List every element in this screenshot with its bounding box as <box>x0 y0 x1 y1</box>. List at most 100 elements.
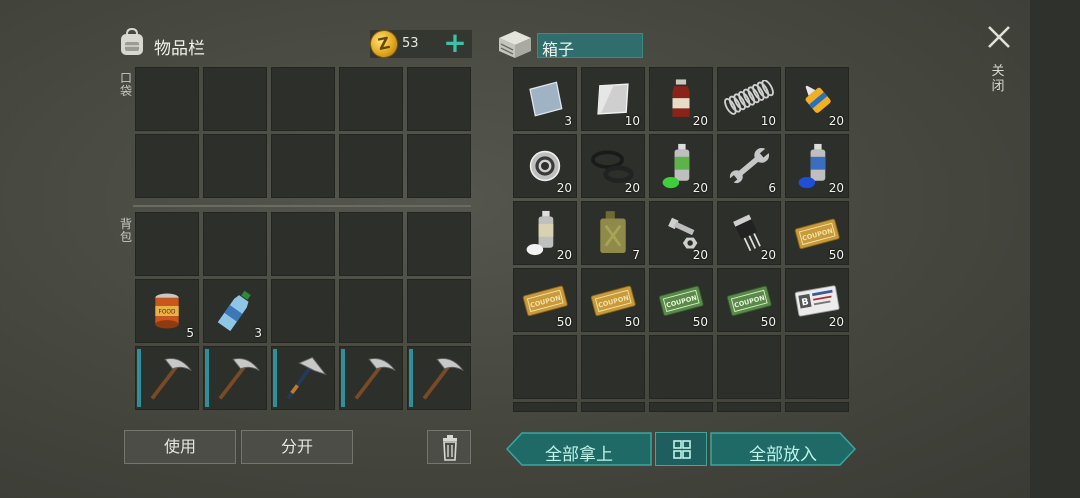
item-count: 20 <box>692 248 708 262</box>
trash-button[interactable] <box>427 430 471 464</box>
container-slot[interactable]: 10 <box>717 67 781 131</box>
pocket-slot[interactable] <box>407 67 471 131</box>
inventory-header: 物品栏 Z 53 + <box>116 26 472 62</box>
backpack-slot[interactable] <box>407 346 471 410</box>
backpack-slot[interactable] <box>203 212 267 276</box>
container-slot[interactable]: 20 <box>513 201 577 265</box>
take-all-label-wrap: 全部拿上 <box>506 432 652 466</box>
item-count: 20 <box>556 248 572 262</box>
item-count: 20 <box>828 181 844 195</box>
container-slot[interactable] <box>717 402 781 412</box>
item-count: 20 <box>828 114 844 128</box>
close-label[interactable]: 关闭 <box>990 64 1006 94</box>
item-count: 10 <box>760 114 776 128</box>
container-slot[interactable] <box>717 335 781 399</box>
pickaxe-icon <box>340 347 402 409</box>
container-slot[interactable]: 20 <box>581 134 645 198</box>
section-divider <box>133 205 471 207</box>
pickaxe-icon <box>136 347 198 409</box>
container-slot[interactable]: COUPON 50 <box>717 268 781 332</box>
container-slot[interactable] <box>581 335 645 399</box>
backpack-slot[interactable]: 3 <box>203 279 267 343</box>
container-slot[interactable] <box>649 335 713 399</box>
container-slot[interactable]: 3 <box>513 67 577 131</box>
coin-balance: Z 53 + <box>367 27 472 61</box>
item-count: 20 <box>828 315 844 329</box>
backpack-slot[interactable] <box>339 279 403 343</box>
item-count: 6 <box>768 181 776 195</box>
container-slot[interactable]: 6 <box>717 134 781 198</box>
item-count: 20 <box>760 248 776 262</box>
pocket-slot[interactable] <box>135 67 199 131</box>
backpack-slot[interactable] <box>271 279 335 343</box>
backpack-slot[interactable]: FOOD 5 <box>135 279 199 343</box>
pocket-label: 口袋 <box>119 71 132 98</box>
durability-bar <box>273 349 277 407</box>
item-count: 50 <box>624 315 640 329</box>
pocket-slot[interactable] <box>271 67 335 131</box>
container-slot[interactable]: 20 <box>717 201 781 265</box>
take-all-label: 全部拿上 <box>545 445 613 465</box>
close-icon[interactable] <box>984 22 1014 52</box>
backpack-slot[interactable] <box>339 346 403 410</box>
container-slot[interactable]: 20 <box>785 67 849 131</box>
backpack-slot[interactable] <box>271 212 335 276</box>
container-slot[interactable]: 10 <box>581 67 645 131</box>
item-count: 50 <box>828 248 844 262</box>
container-slot[interactable]: 20 <box>513 134 577 198</box>
pocket-slot[interactable] <box>339 67 403 131</box>
coin-count: 53 <box>402 36 419 51</box>
durability-bar <box>137 349 141 407</box>
backpack-slot[interactable] <box>407 279 471 343</box>
add-coins-button[interactable]: + <box>440 28 470 58</box>
backpack-slot[interactable] <box>407 212 471 276</box>
backpack-slot[interactable] <box>339 212 403 276</box>
container-slot[interactable]: 20 <box>649 201 713 265</box>
container-slot[interactable] <box>581 402 645 412</box>
pocket-slot[interactable] <box>135 134 199 198</box>
backpack-slot[interactable] <box>203 346 267 410</box>
use-button[interactable]: 使用 <box>124 430 236 464</box>
container-slot[interactable] <box>785 402 849 412</box>
pocket-slot[interactable] <box>271 134 335 198</box>
item-count: 10 <box>624 114 640 128</box>
durability-bar <box>205 349 209 407</box>
put-all-label-wrap: 全部放入 <box>710 432 856 466</box>
right-edge-strip <box>1030 0 1080 498</box>
pocket-slot[interactable] <box>203 134 267 198</box>
item-count: 20 <box>556 181 572 195</box>
backpack-slot[interactable] <box>135 346 199 410</box>
coin-icon: Z <box>367 27 401 61</box>
durability-bar <box>409 349 413 407</box>
container-slot[interactable] <box>513 335 577 399</box>
inventory-title: 物品栏 <box>154 39 205 59</box>
item-count: 20 <box>692 181 708 195</box>
container-slot[interactable]: COUPON 50 <box>649 268 713 332</box>
container-title: 箱子 <box>537 33 643 59</box>
backpack-slot[interactable] <box>271 346 335 410</box>
container-slot[interactable] <box>785 335 849 399</box>
container-slot[interactable]: COUPON 50 <box>581 268 645 332</box>
pocket-slot[interactable] <box>203 67 267 131</box>
split-button[interactable]: 分开 <box>241 430 353 464</box>
container-slot[interactable]: COUPON 50 <box>513 268 577 332</box>
container-slot[interactable] <box>513 402 577 412</box>
pocket-slot[interactable] <box>339 134 403 198</box>
grid-icon <box>673 440 691 459</box>
backpack-slot[interactable] <box>135 212 199 276</box>
container-slot[interactable]: 20 <box>785 134 849 198</box>
container-slot[interactable]: 20 <box>649 134 713 198</box>
container-slot[interactable] <box>649 402 713 412</box>
container-slot[interactable]: 20 <box>649 67 713 131</box>
container-slot[interactable]: 7 <box>581 201 645 265</box>
container-slot[interactable]: COUPON 50 <box>785 201 849 265</box>
item-count: 20 <box>624 181 640 195</box>
sort-grid-button[interactable] <box>655 432 707 466</box>
item-count: 20 <box>692 114 708 128</box>
pickaxe-icon <box>204 347 266 409</box>
hatchet-pick-icon <box>272 347 334 409</box>
item-count: 50 <box>760 315 776 329</box>
container-slot[interactable]: B 20 <box>785 268 849 332</box>
backpack-icon <box>121 27 143 55</box>
pocket-slot[interactable] <box>407 134 471 198</box>
